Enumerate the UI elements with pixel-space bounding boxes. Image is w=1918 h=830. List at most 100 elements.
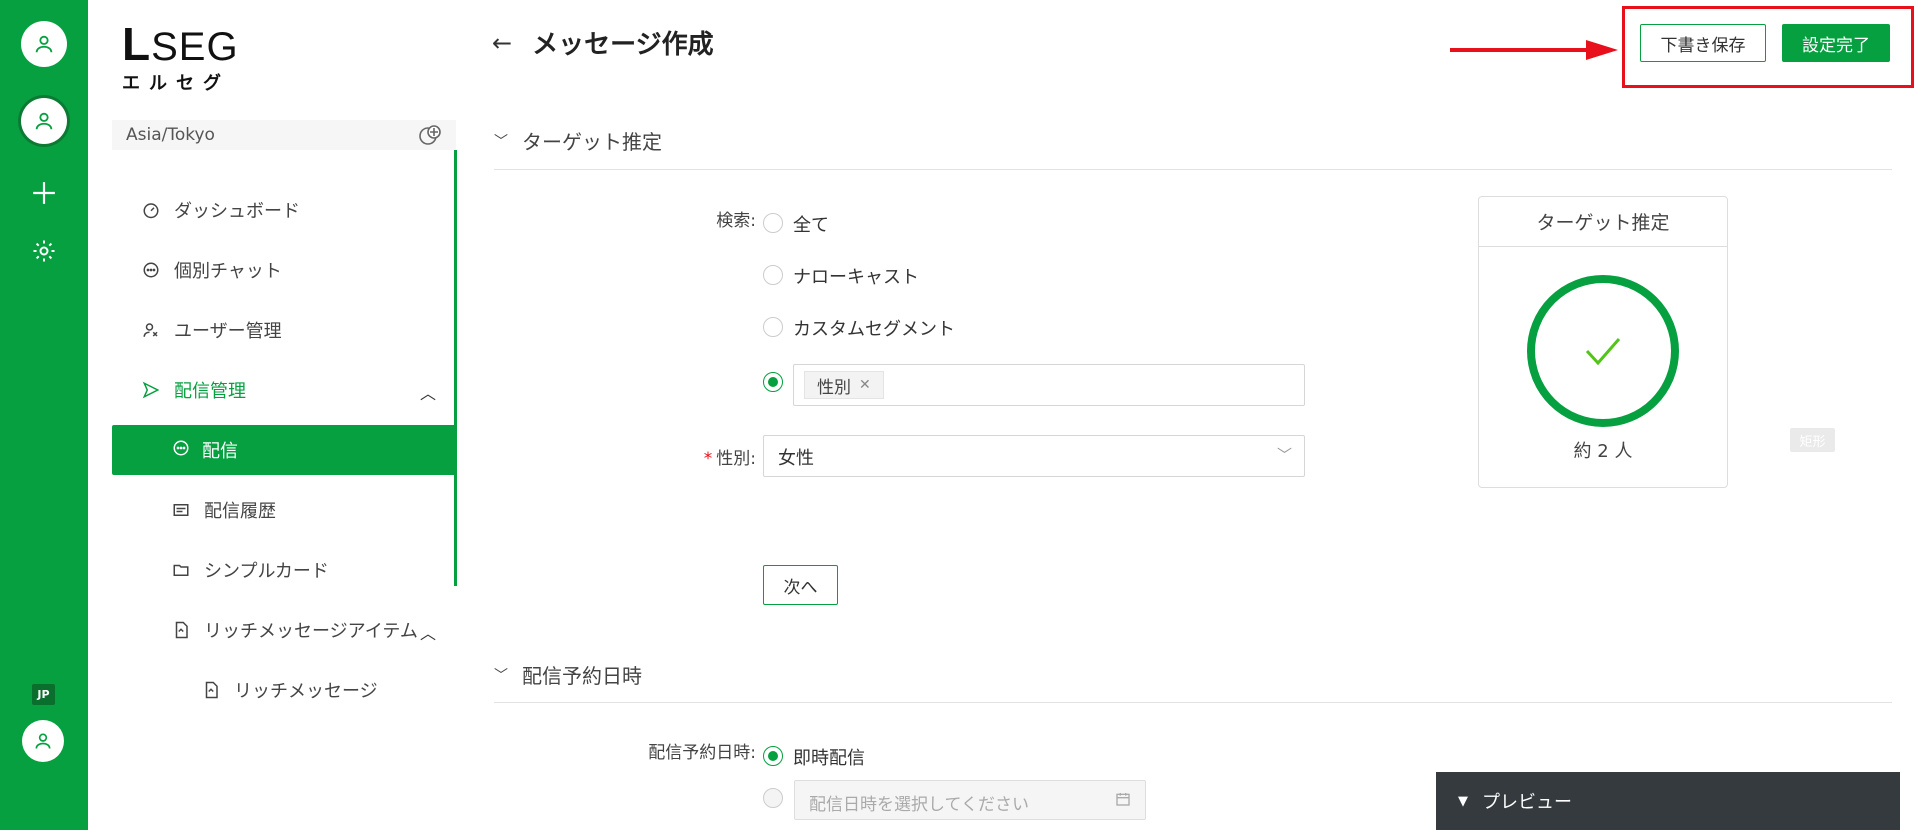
user-icon — [35, 35, 53, 53]
radio-custom-segment-label[interactable]: カスタムセグメント — [793, 315, 955, 341]
save-draft-button[interactable]: 下書き保存 — [1640, 24, 1766, 62]
folder-icon — [173, 564, 189, 576]
sidebar-item-label: シンプルカード — [204, 561, 329, 582]
timezone-selector[interactable]: Asia/Tokyo — [112, 120, 456, 150]
gender-label-text: 性別: — [716, 449, 756, 469]
sidebar: LSEG エルセグ Asia/Tokyo ダッシュボード 個別チャット ユーザー… — [88, 0, 458, 830]
profile-avatar-button[interactable] — [22, 720, 64, 762]
sidebar-item-delivery[interactable]: 配信 — [112, 425, 456, 475]
logo-mark: L — [122, 18, 152, 70]
sidebar-item-delivery-history[interactable]: 配信履歴 — [170, 486, 276, 534]
sidebar-item-dashboard[interactable]: ダッシュボード — [140, 186, 300, 234]
list-icon — [173, 504, 189, 516]
logo-text: SEG — [151, 25, 239, 69]
attribute-tag-input[interactable]: 性別 ✕ — [793, 364, 1305, 406]
complete-setup-button[interactable]: 設定完了 — [1782, 24, 1890, 62]
sidebar-item-label: 個別チャット — [174, 261, 282, 282]
chevron-down-icon: ﹀ — [494, 667, 508, 684]
section-title: 配信予約日時 — [522, 664, 642, 688]
active-account-button[interactable] — [21, 98, 67, 144]
estimate-count: 約 2 人 — [1573, 441, 1633, 462]
date-picker-input[interactable]: 配信日時を選択してください — [794, 780, 1146, 820]
logo-subtext: エルセグ — [122, 73, 230, 94]
red-arrow-annotation — [1450, 40, 1618, 60]
chevron-down-icon: ﹀ — [494, 133, 508, 150]
calendar-icon — [1116, 793, 1130, 806]
date-placeholder: 配信日時を選択してください — [809, 795, 1029, 815]
sidebar-item-label: リッチメッセージ — [234, 681, 378, 702]
gear-icon — [33, 240, 55, 262]
file-icon — [205, 681, 218, 699]
sidebar-item-rich-message-items[interactable]: リッチメッセージアイテム — [170, 606, 418, 654]
sidebar-item-label: リッチメッセージアイテム — [204, 621, 418, 642]
estimate-ring — [1527, 275, 1679, 427]
tag-label: 性別 — [817, 377, 851, 398]
sidebar-item-users[interactable]: ユーザー管理 — [140, 306, 282, 354]
settings-button[interactable] — [29, 236, 59, 266]
checkmark-icon — [1585, 338, 1621, 366]
timezone-label: Asia/Tokyo — [126, 125, 215, 145]
sidebar-item-rich-message[interactable]: リッチメッセージ — [200, 666, 378, 714]
schedule-section-header[interactable]: ﹀ 配信予約日時 — [494, 660, 642, 689]
radio-attribute[interactable] — [763, 372, 783, 392]
divider — [494, 702, 1892, 703]
gender-select-value: 女性 — [778, 448, 814, 469]
radio-immediate[interactable] — [763, 746, 783, 766]
user-icon — [35, 112, 53, 130]
radio-scheduled[interactable] — [763, 788, 783, 808]
send-icon — [142, 381, 160, 399]
radio-narrowcast-label[interactable]: ナローキャスト — [793, 263, 919, 289]
back-arrow-icon[interactable]: ← — [492, 29, 512, 57]
account-avatar-button[interactable] — [21, 21, 67, 67]
sidebar-item-label: 配信管理 — [174, 381, 246, 402]
sidebar-item-label: ユーザー管理 — [174, 321, 282, 342]
chat-icon — [143, 262, 159, 278]
required-mark: * — [703, 449, 713, 469]
section-title: ターゲット推定 — [522, 130, 662, 154]
sidebar-item-simple-card[interactable]: シンプルカード — [170, 546, 329, 594]
page-title: メッセージ作成 — [532, 30, 714, 60]
radio-custom-segment[interactable] — [763, 317, 783, 337]
card-title: ターゲット推定 — [1479, 197, 1727, 247]
gender-select[interactable]: 女性 ﹀ — [763, 435, 1305, 477]
user-icon — [35, 733, 51, 749]
target-section-header[interactable]: ﹀ ターゲット推定 — [494, 126, 662, 155]
plus-icon — [33, 182, 55, 204]
chevron-up-icon[interactable]: ︿ — [420, 620, 436, 644]
sidebar-item-delivery-management[interactable]: 配信管理 — [140, 366, 246, 414]
sidebar-item-label: 配信履歴 — [204, 501, 276, 522]
radio-all-label[interactable]: 全て — [793, 211, 829, 237]
sidebar-item-label: 配信 — [202, 441, 238, 462]
divider — [494, 169, 1892, 170]
app-root: JP LSEG エルセグ Asia/Tokyo ダッシュボード 個別チャット ユ… — [0, 0, 1918, 830]
add-account-button[interactable] — [29, 178, 59, 208]
ghost-label: 矩形 — [1790, 428, 1835, 452]
lseg-logo[interactable]: LSEG エルセグ — [122, 21, 239, 95]
next-button[interactable]: 次へ — [763, 565, 838, 605]
globe-icon — [419, 125, 441, 145]
sidebar-item-label: ダッシュボード — [174, 201, 300, 222]
page-header: ← メッセージ作成 — [492, 24, 714, 61]
sidebar-item-chat[interactable]: 個別チャット — [140, 246, 282, 294]
chat-icon — [173, 440, 189, 456]
caret-down-icon: ▼ — [1458, 793, 1468, 809]
schedule-label: 配信予約日時: — [648, 743, 756, 763]
sidebar-scroll-indicator — [454, 150, 457, 586]
chevron-down-icon: ﹀ — [1276, 446, 1292, 464]
radio-all[interactable] — [763, 213, 783, 233]
file-icon — [175, 621, 188, 639]
left-rail: JP — [0, 0, 88, 830]
radio-immediate-label[interactable]: 即時配信 — [793, 744, 865, 770]
preview-panel-toggle[interactable]: ▼ プレビュー — [1436, 772, 1900, 830]
search-label: 検索: — [716, 211, 756, 231]
chevron-up-icon[interactable]: ︿ — [420, 380, 436, 404]
target-estimate-card: ターゲット推定 約 2 人 — [1478, 196, 1728, 488]
dashboard-icon — [143, 203, 159, 219]
radio-narrowcast[interactable] — [763, 265, 783, 285]
attribute-tag: 性別 ✕ — [804, 371, 884, 399]
user-manage-icon — [143, 323, 158, 337]
preview-label: プレビュー — [1482, 792, 1572, 813]
close-icon[interactable]: ✕ — [859, 377, 871, 393]
gender-label: * 性別: — [680, 444, 756, 469]
language-badge[interactable]: JP — [32, 684, 55, 705]
